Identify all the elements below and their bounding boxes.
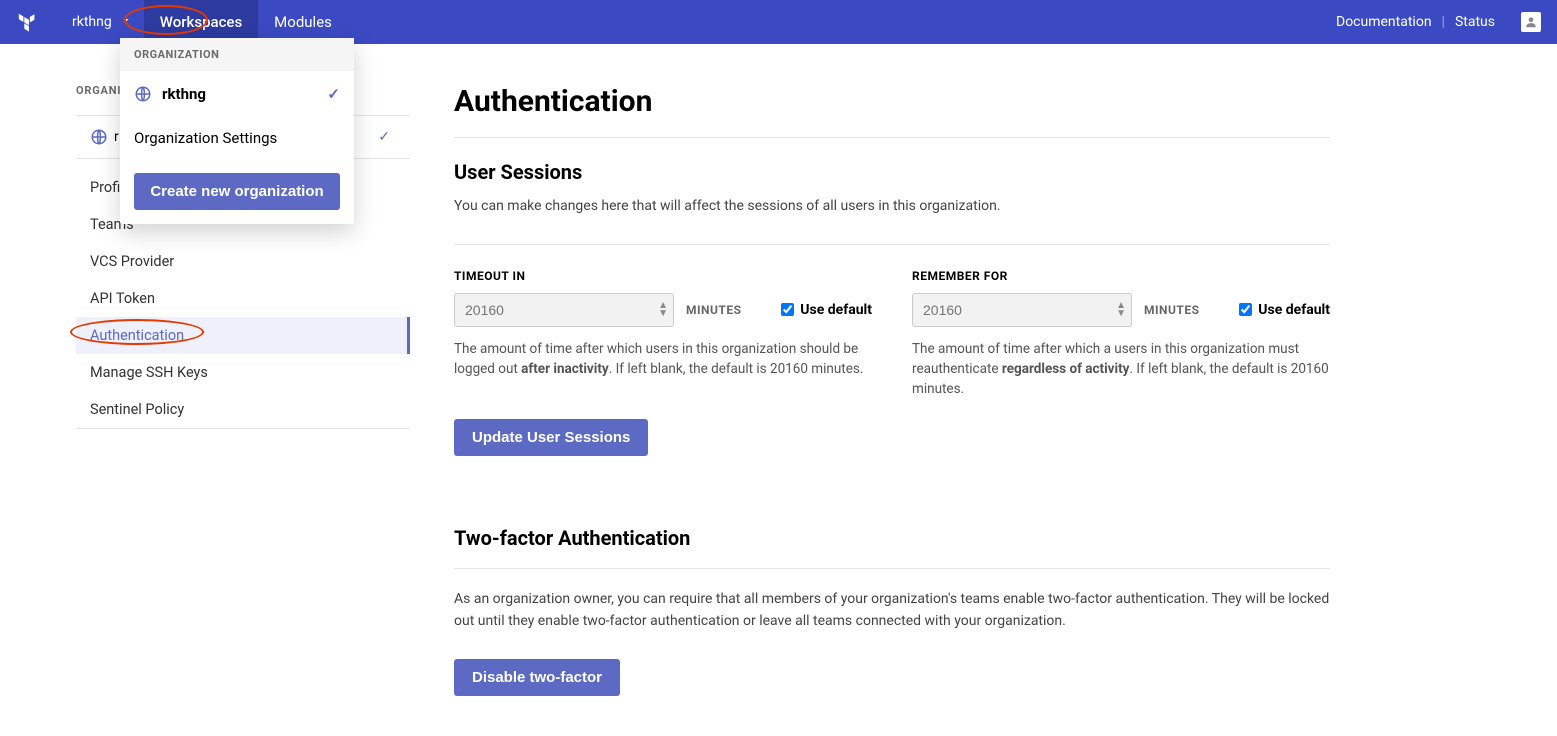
timeout-label: TIMEOUT IN — [454, 269, 872, 283]
sidebar-item-sentinel-policy[interactable]: Sentinel Policy — [76, 391, 410, 428]
globe-icon — [90, 128, 108, 146]
nav-separator: | — [1442, 14, 1445, 30]
two-factor-heading: Two-factor Authentication — [454, 526, 1330, 550]
sidebar-item-manage-ssh-keys[interactable]: Manage SSH Keys — [76, 354, 410, 391]
user-sessions-heading: User Sessions — [454, 160, 1330, 184]
timeout-help: The amount of time after which users in … — [454, 339, 872, 380]
remember-unit: MINUTES — [1144, 303, 1199, 317]
page-title: Authentication — [454, 84, 1330, 119]
remember-help: The amount of time after which a users i… — [912, 339, 1330, 400]
main-content: Authentication User Sessions You can mak… — [410, 44, 1370, 736]
update-user-sessions-button[interactable]: Update User Sessions — [454, 419, 648, 456]
timeout-input[interactable] — [454, 293, 674, 327]
user-sessions-intro: You can make changes here that will affe… — [454, 196, 1330, 218]
org-switcher-label: rkthng — [72, 14, 112, 30]
nav-link-status[interactable]: Status — [1455, 14, 1495, 30]
org-dropdown-item-label: rkthng — [162, 85, 206, 103]
org-dropdown-settings-link[interactable]: Organization Settings — [120, 117, 354, 159]
divider — [454, 137, 1330, 138]
globe-icon — [134, 85, 152, 103]
remember-field: REMEMBER FOR ▲▼ MINUTES Use default The … — [912, 269, 1330, 400]
divider — [454, 568, 1330, 569]
sidebar-item-authentication[interactable]: Authentication — [76, 317, 410, 354]
remember-label: REMEMBER FOR — [912, 269, 1330, 283]
user-avatar-icon[interactable] — [1521, 12, 1541, 32]
chevron-down-icon — [120, 14, 132, 30]
timeout-use-default[interactable]: Use default — [781, 302, 872, 318]
remember-input[interactable] — [912, 293, 1132, 327]
stepper-icon[interactable]: ▲▼ — [1116, 302, 1126, 318]
stepper-icon[interactable]: ▲▼ — [658, 302, 668, 318]
remember-use-default[interactable]: Use default — [1239, 302, 1330, 318]
terraform-logo-icon[interactable] — [16, 10, 40, 34]
org-dropdown: ORGANIZATION rkthng ✓ Organization Setti… — [120, 38, 354, 224]
org-dropdown-header: ORGANIZATION — [120, 38, 354, 71]
check-icon: ✓ — [378, 129, 390, 145]
org-dropdown-create-action: Create new organization — [120, 159, 354, 224]
timeout-unit: MINUTES — [686, 303, 741, 317]
org-dropdown-item-rkthng[interactable]: rkthng ✓ — [120, 71, 354, 117]
sidebar-item-vcs-provider[interactable]: VCS Provider — [76, 243, 410, 280]
two-factor-section: Two-factor Authentication As an organiza… — [454, 526, 1330, 695]
create-new-organization-button[interactable]: Create new organization — [134, 173, 340, 210]
sidebar-item-api-token[interactable]: API Token — [76, 280, 410, 317]
remember-default-checkbox[interactable] — [1239, 303, 1252, 316]
sidebar-org-label: r — [114, 129, 119, 145]
timeout-default-checkbox[interactable] — [781, 303, 794, 316]
two-factor-intro: As an organization owner, you can requir… — [454, 589, 1330, 632]
timeout-field: TIMEOUT IN ▲▼ MINUTES Use default The am… — [454, 269, 872, 400]
disable-two-factor-button[interactable]: Disable two-factor — [454, 659, 620, 696]
check-icon: ✓ — [327, 85, 340, 103]
nav-link-documentation[interactable]: Documentation — [1336, 14, 1432, 30]
divider — [454, 244, 1330, 245]
